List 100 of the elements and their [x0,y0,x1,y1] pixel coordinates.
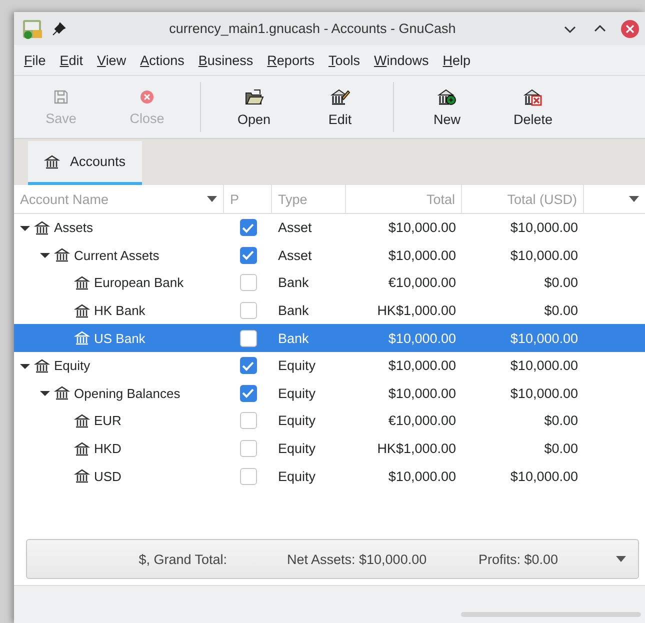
account-row[interactable]: HKD Equity HK$1,000.00 $0.00 [14,434,645,462]
menu-item[interactable]: Tools [322,50,366,70]
account-total-usd: $0.00 [544,413,578,428]
account-name: Current Assets [74,248,160,263]
account-type: Equity [278,386,316,401]
account-total: HK$1,000.00 [377,441,456,456]
placeholder-checkbox[interactable] [240,384,256,402]
account-total: €10,000.00 [388,413,456,428]
account-type: Equity [278,441,316,456]
account-type: Bank [278,275,309,290]
account-type: Equity [278,413,316,428]
account-total-usd: $0.00 [544,275,578,290]
bank-icon [54,385,70,402]
account-name: EUR [94,413,122,428]
account-type: Bank [278,303,309,318]
account-total: $10,000.00 [388,248,456,263]
menu-item[interactable]: Reports [261,50,320,70]
account-total-usd: $10,000.00 [510,468,578,484]
bank-plus-icon [437,88,457,106]
placeholder-checkbox[interactable] [240,468,256,485]
bank-icon [44,154,60,170]
close-icon[interactable] [619,18,641,40]
account-total-usd: $0.00 [544,441,578,456]
bank-icon [34,358,50,374]
placeholder-checkbox[interactable] [240,219,256,236]
account-total: $10,000.00 [388,330,456,346]
account-total: HK$1,000.00 [377,303,456,318]
pin-icon[interactable] [52,22,66,36]
account-name: European Bank [94,275,184,290]
bank-icon [74,440,90,457]
account-total-usd: $10,000.00 [510,386,578,401]
placeholder-checkbox[interactable] [240,412,256,430]
placeholder-checkbox[interactable] [240,246,256,264]
account-name: HKD [94,441,122,456]
account-total-usd: $10,000.00 [510,330,578,346]
account-row[interactable]: HK Bank Bank HK$1,000.00 $0.00 [14,296,645,324]
account-row[interactable]: US Bank Bank $10,000.00 $10,000.00 [14,324,645,352]
menu-item[interactable]: View [91,50,132,70]
account-type: Asset [278,248,312,263]
placeholder-checkbox[interactable] [240,440,256,458]
placeholder-checkbox[interactable] [240,274,256,292]
account-row[interactable]: European Bank Bank €10,000.00 $0.00 [14,269,645,297]
summary-label: $, Grand Total: [138,552,227,566]
account-type: Equity [278,358,316,374]
expander-icon[interactable] [40,388,50,398]
bank-icon [74,302,90,319]
account-name: USD [94,468,122,484]
sort-caret-icon[interactable] [207,196,217,202]
account-name: US Bank [94,330,146,346]
account-type: Bank [278,330,309,346]
account-name: Assets [54,220,94,236]
bank-delete-icon [523,88,543,106]
account-total: €10,000.00 [388,275,456,290]
bank-icon [74,412,90,429]
account-row[interactable]: Assets Asset $10,000.00 $10,000.00 [14,214,645,242]
account-total-usd: $10,000.00 [510,248,578,263]
account-row[interactable]: Equity Equity $10,000.00 $10,000.00 [14,352,645,380]
account-row[interactable]: EUR Equity €10,000.00 $0.00 [14,407,645,435]
net-assets-text: Net Assets: $10,000.00 [287,552,427,566]
account-name: Equity [54,358,90,374]
columns-caret-icon[interactable] [629,196,639,202]
bank-icon [74,468,90,484]
account-total: $10,000.00 [388,386,456,401]
placeholder-checkbox[interactable] [240,357,256,374]
account-row[interactable]: Opening Balances Equity $10,000.00 $10,000.00 [14,380,645,408]
toolbar-button[interactable]: Delete [490,79,576,135]
folder-icon [244,88,264,106]
placeholder-checkbox[interactable] [240,302,256,320]
account-row[interactable]: USD Equity $10,000.00 $10,000.00 [14,462,645,490]
bank-icon [34,220,50,236]
account-row[interactable]: Current Assets Asset $10,000.00 $10,000.00 [14,242,645,270]
bank-icon [54,247,70,264]
profits-text: Profits: $0.00 [478,552,558,566]
account-total-usd: $10,000.00 [510,358,578,374]
account-total: $10,000.00 [388,358,456,374]
expander-icon[interactable] [40,250,50,260]
toolbar-button[interactable]: Edit [297,79,383,135]
account-name: HK Bank [94,303,146,318]
account-name: Opening Balances [74,386,180,401]
menu-item[interactable]: Windows [368,50,435,70]
account-total-usd: $0.00 [544,303,578,318]
account-type: Asset [278,220,312,236]
toolbar-button[interactable]: Open [211,79,297,135]
accounts-tab[interactable]: Accounts [28,141,142,185]
menu-item[interactable]: Edit [54,50,90,70]
menu-item[interactable]: Business [192,50,260,70]
placeholder-checkbox[interactable] [240,330,256,347]
account-total: $10,000.00 [388,220,456,236]
account-type: Equity [278,468,316,484]
bank-icon [74,274,90,291]
account-total: $10,000.00 [388,468,456,484]
app-icon [22,18,44,40]
menu-item[interactable]: Help [436,50,477,70]
bank-icon [74,330,90,346]
summary-bar[interactable]: $, Grand Total: Net Assets: $10,000.00 Profits: $0.00 [26,539,639,579]
dropdown-caret-icon[interactable] [616,556,626,562]
menu-item[interactable]: File [18,50,52,70]
window-title: currency_main1.gnucash - Accounts - GnuCash [168,21,457,36]
toolbar-button[interactable]: New [404,79,490,135]
menu-item[interactable]: Actions [134,50,190,70]
